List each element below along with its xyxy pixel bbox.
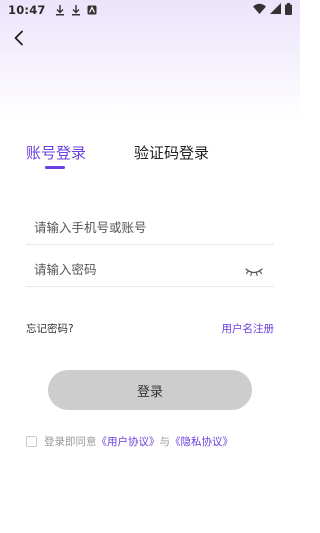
- tab-account-login[interactable]: 账号登录: [26, 142, 87, 169]
- status-right-icons: [253, 2, 292, 18]
- login-button[interactable]: 登录: [48, 370, 252, 410]
- signal-icon: [270, 3, 281, 17]
- user-agreement-link[interactable]: 《用户协议》: [97, 434, 160, 449]
- forgot-password-link[interactable]: 忘记密码?: [26, 321, 74, 336]
- phone-field: [26, 211, 274, 245]
- privacy-policy-link[interactable]: 《隐私协议》: [170, 434, 233, 449]
- download-icon: [70, 3, 82, 17]
- agreement-connector: 与: [159, 436, 171, 448]
- eye-closed-icon[interactable]: [244, 263, 264, 277]
- agreement-row: 登录即同意 《用户协议》 与 《隐私协议》: [26, 434, 233, 449]
- tab-account-login-label: 账号登录: [26, 144, 87, 162]
- agreement-checkbox[interactable]: [26, 436, 37, 447]
- app-notification-icon: [86, 3, 98, 17]
- download-icon: [54, 3, 66, 17]
- password-field: [26, 253, 274, 287]
- status-bar: 10:47: [0, 0, 300, 20]
- battery-icon: [285, 2, 292, 18]
- status-time: 10:47: [8, 3, 46, 17]
- back-button[interactable]: [8, 28, 30, 52]
- chevron-left-icon: [13, 30, 25, 50]
- active-tab-indicator: [45, 166, 65, 169]
- register-link[interactable]: 用户名注册: [222, 321, 275, 336]
- tab-code-login-label: 验证码登录: [134, 144, 210, 162]
- phone-input[interactable]: [26, 220, 274, 235]
- login-tabs: 账号登录 验证码登录: [26, 142, 209, 169]
- agreement-prefix: 登录即同意: [44, 436, 97, 448]
- password-input[interactable]: [26, 262, 274, 277]
- tab-code-login[interactable]: 验证码登录: [134, 142, 209, 163]
- wifi-icon: [253, 3, 266, 17]
